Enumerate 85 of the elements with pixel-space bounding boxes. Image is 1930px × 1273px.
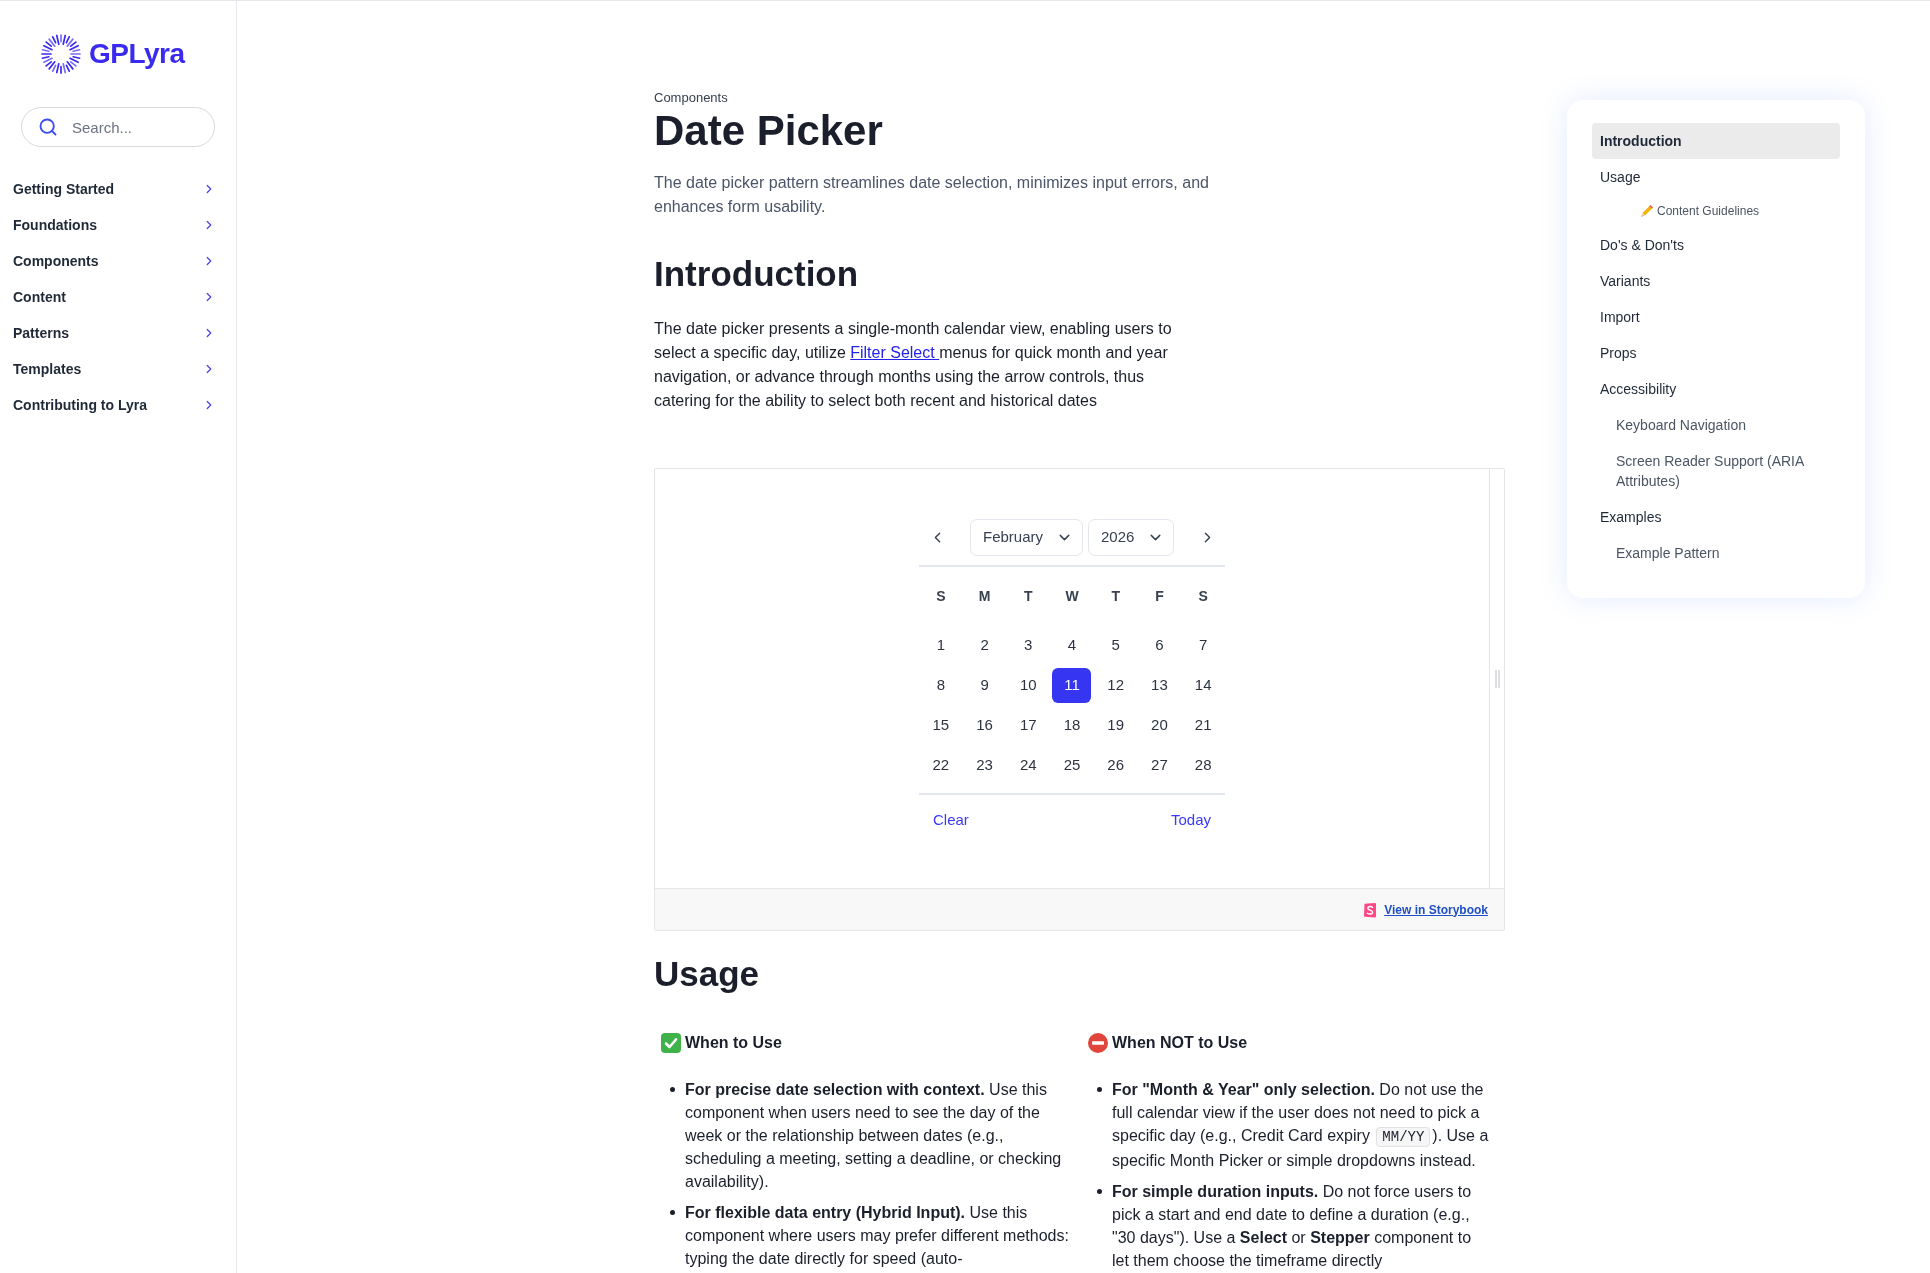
day-button[interactable]: 3 [1008, 627, 1048, 663]
day-button[interactable]: 8 [921, 667, 961, 703]
toc-item[interactable]: Usage [1592, 159, 1840, 195]
day-button[interactable]: 28 [1183, 747, 1223, 783]
weekday-label: T [1024, 586, 1033, 606]
bullet-text: For "Month & Year" only selection. Do not use the full calendar view if the user does not need to pick a specific day (e.g., Credit Card expiry MM/YY ). Use a specific Month Picker or simple dropdowns instead. [1112, 1080, 1490, 1171]
year-select[interactable]: 2026 [1088, 519, 1174, 556]
day-button[interactable]: 11 [1052, 667, 1092, 703]
weekday-label: T [1111, 586, 1120, 606]
day-button[interactable]: 21 [1183, 707, 1223, 743]
day-button[interactable]: 18 [1052, 707, 1092, 743]
bullet-text: For precise date selection with context. Use this component when users need to see the day of the week or the relationship between dates (e.g., scheduling a meeting, setting a deadline, or checking availability). [685, 1080, 1063, 1192]
toc-item[interactable]: Screen Reader Support (ARIA Attributes) [1592, 443, 1840, 499]
toc-item[interactable]: Introduction [1592, 123, 1840, 159]
search-field[interactable]: Search... [21, 107, 215, 147]
weekday-label: M [978, 586, 991, 606]
calendar-action-button[interactable]: Clear [933, 805, 969, 835]
breadcrumb: Components [654, 89, 728, 107]
day-button[interactable]: 25 [1052, 747, 1092, 783]
day-button[interactable]: 13 [1139, 667, 1179, 703]
toc-item[interactable]: Examples [1592, 499, 1840, 535]
toc-item[interactable]: Accessibility [1592, 371, 1840, 407]
day-button[interactable]: 27 [1139, 747, 1179, 783]
resize-handle-icon[interactable] [1494, 669, 1500, 688]
nav-item[interactable]: Getting Started [0, 171, 236, 207]
toc-item[interactable]: Import [1592, 299, 1840, 335]
check-icon [661, 1033, 681, 1053]
logo-text: GPLyra [89, 37, 185, 71]
column-heading: When to Use [685, 1033, 782, 1053]
column-heading: When NOT to Use [1112, 1033, 1248, 1053]
page-title: Date Picker [654, 107, 883, 155]
nav-item[interactable]: Content [0, 279, 236, 315]
day-button[interactable]: 22 [921, 747, 961, 783]
day-button[interactable]: 26 [1096, 747, 1136, 783]
toc-item[interactable]: Props [1592, 335, 1840, 371]
day-button[interactable]: 5 [1096, 627, 1136, 663]
storybook-link[interactable]: View in Storybook [1384, 900, 1488, 919]
page-description: The date picker pattern streamlines date selection, minimizes input errors, and enhances form usability. [654, 173, 1210, 217]
day-button[interactable]: 2 [965, 627, 1005, 663]
section-heading: Introduction [654, 253, 859, 295]
day-button[interactable]: 24 [1008, 747, 1048, 783]
toc-item[interactable]: Example Pattern [1592, 535, 1840, 571]
no-entry-icon [1088, 1033, 1108, 1053]
nav-item[interactable]: Templates [0, 351, 236, 387]
pencil-icon [1640, 204, 1654, 218]
day-button[interactable]: 17 [1008, 707, 1048, 743]
day-button[interactable]: 12 [1096, 667, 1136, 703]
toc-item[interactable]: Keyboard Navigation [1592, 407, 1840, 443]
day-button[interactable]: 7 [1183, 627, 1223, 663]
weekday-label: S [936, 586, 946, 606]
bullet-icon [1097, 1087, 1102, 1092]
weekday-label: S [1198, 586, 1208, 606]
toc-item[interactable]: Do's & Don'ts [1592, 227, 1840, 263]
nav-item[interactable]: Components [0, 243, 236, 279]
logo-icon [1363, 901, 1378, 918]
bullet-icon [670, 1210, 675, 1215]
weekday-label: W [1065, 586, 1079, 606]
calendar-action-button[interactable]: Today [1170, 805, 1211, 835]
day-button[interactable]: 14 [1183, 667, 1223, 703]
day-button[interactable]: 4 [1052, 627, 1092, 663]
text-link[interactable]: Filter Select [850, 344, 940, 361]
toc-item[interactable]: Content Guidelines [1592, 195, 1840, 227]
day-button[interactable]: 1 [921, 627, 961, 663]
month-select[interactable]: February [970, 519, 1083, 556]
bullet-text: For flexible data entry (Hybrid Input). Use this component where users may prefer different methods: typing the date directly for speed (auto- [685, 1203, 1070, 1269]
nav-item[interactable]: Foundations [0, 207, 236, 243]
search-icon [38, 117, 58, 137]
day-button[interactable]: 19 [1096, 707, 1136, 743]
day-button[interactable]: 23 [965, 747, 1005, 783]
day-button[interactable]: 20 [1139, 707, 1179, 743]
day-button[interactable]: 10 [1008, 667, 1048, 703]
day-button[interactable]: 9 [965, 667, 1005, 703]
day-button[interactable]: 16 [965, 707, 1005, 743]
intro-paragraph: The date picker presents a single-month calendar view, enabling users to select a specific day, utilize Filter Select menus for quick month and year navigation, or advance through months using the arrow controls, thus catering for the ability to select both recent and historical dates [654, 319, 1173, 411]
weekday-label: F [1155, 586, 1164, 606]
day-button[interactable]: 15 [921, 707, 961, 743]
nav-item[interactable]: Contributing to Lyra [0, 387, 236, 423]
toc-item[interactable]: Variants [1592, 263, 1840, 299]
section-heading: Usage [654, 953, 761, 995]
bullet-icon [670, 1087, 675, 1092]
nav-item[interactable]: Patterns [0, 315, 236, 351]
bullet-icon [1097, 1189, 1102, 1194]
bullet-text: For simple duration inputs. Do not force users to pick a start and end date to define a duration (e.g., "30 days"). Use a Select or Stepper component to let them choose the timeframe directly [1112, 1182, 1473, 1271]
day-button[interactable]: 6 [1139, 627, 1179, 663]
starburst-logo-icon [41, 34, 81, 74]
